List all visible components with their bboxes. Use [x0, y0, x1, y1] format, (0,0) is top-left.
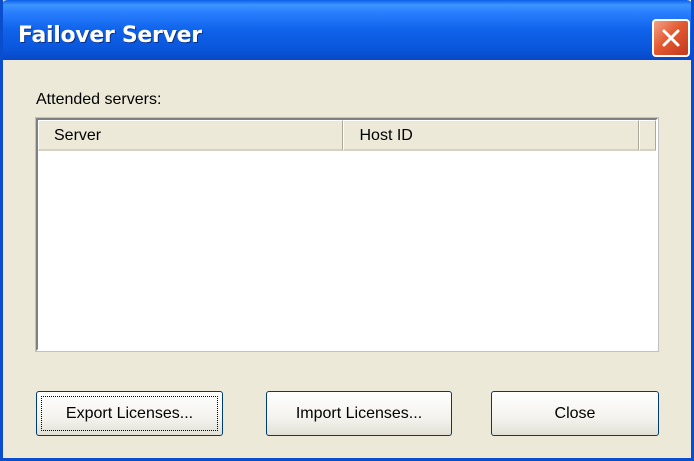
import-licenses-button[interactable]: Import Licenses... [266, 391, 452, 436]
export-licenses-label: Export Licenses... [65, 404, 194, 422]
attended-servers-label: Attended servers: [36, 91, 162, 108]
column-header-filler [639, 120, 656, 151]
attended-servers-list[interactable]: Server Host ID [35, 117, 659, 352]
column-header-host-id[interactable]: Host ID [343, 120, 639, 151]
failover-server-dialog: Failover Server Attended servers: Server… [0, 0, 694, 461]
close-icon[interactable] [652, 19, 690, 57]
export-licenses-button[interactable]: Export Licenses... [36, 391, 223, 436]
list-body[interactable] [38, 151, 656, 349]
window-title: Failover Server [18, 23, 202, 48]
list-header: Server Host ID [38, 120, 656, 151]
close-label: Close [554, 404, 596, 422]
import-licenses-label: Import Licenses... [295, 404, 423, 422]
close-button[interactable]: Close [491, 391, 659, 436]
column-header-server[interactable]: Server [38, 120, 344, 151]
title-bar[interactable]: Failover Server [3, 0, 691, 60]
